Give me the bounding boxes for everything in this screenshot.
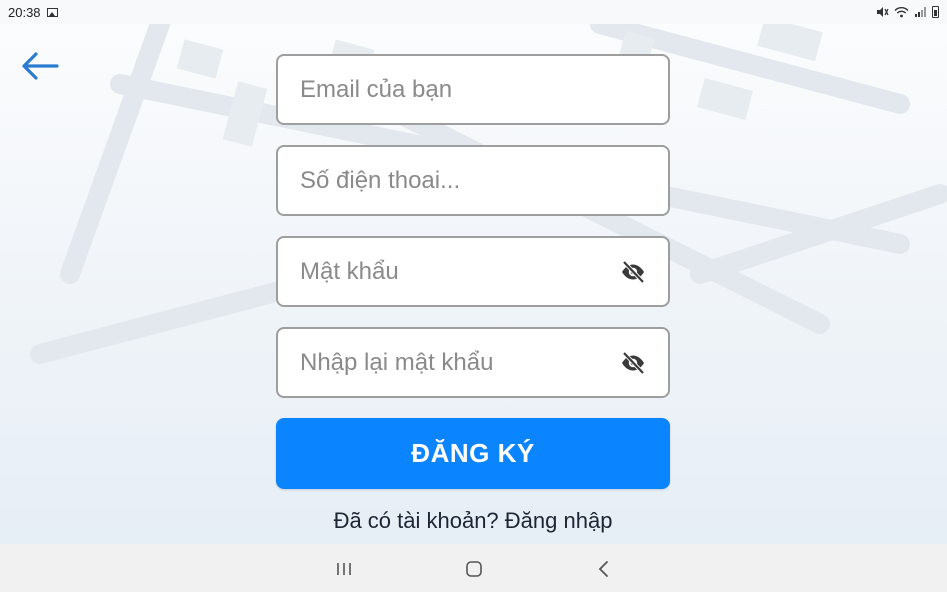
eye-off-icon[interactable] (620, 350, 646, 376)
eye-off-icon[interactable] (620, 259, 646, 285)
home-icon (466, 561, 482, 577)
recent-apps-button[interactable] (331, 556, 357, 582)
battery-icon (932, 6, 939, 18)
back-button[interactable] (18, 48, 62, 84)
back-nav-icon (598, 561, 608, 577)
status-left: 20:38 (8, 5, 58, 20)
home-button[interactable] (461, 556, 487, 582)
confirm-password-input[interactable] (300, 348, 612, 377)
navigation-bar (0, 544, 947, 592)
mute-icon (877, 7, 889, 17)
password-field[interactable] (276, 236, 670, 307)
confirm-password-field[interactable] (276, 327, 670, 398)
image-icon (46, 7, 58, 17)
password-input[interactable] (300, 257, 612, 286)
email-input[interactable] (300, 75, 646, 104)
register-button[interactable]: ĐĂNG KÝ (276, 418, 670, 489)
wifi-icon (894, 7, 909, 18)
email-field[interactable] (276, 54, 670, 125)
status-bar: 20:38 (0, 0, 947, 24)
recent-apps-icon (337, 563, 351, 575)
main-area: ĐĂNG KÝ Đã có tài khoản? Đăng nhập (0, 24, 947, 544)
arrow-left-icon (22, 52, 59, 80)
login-link[interactable]: Đã có tài khoản? Đăng nhập (276, 508, 670, 534)
phone-field[interactable] (276, 145, 670, 216)
back-nav-button[interactable] (591, 556, 617, 582)
status-right (876, 6, 939, 18)
signal-icon (915, 7, 926, 17)
status-time: 20:38 (8, 4, 41, 20)
phone-input[interactable] (300, 166, 646, 195)
